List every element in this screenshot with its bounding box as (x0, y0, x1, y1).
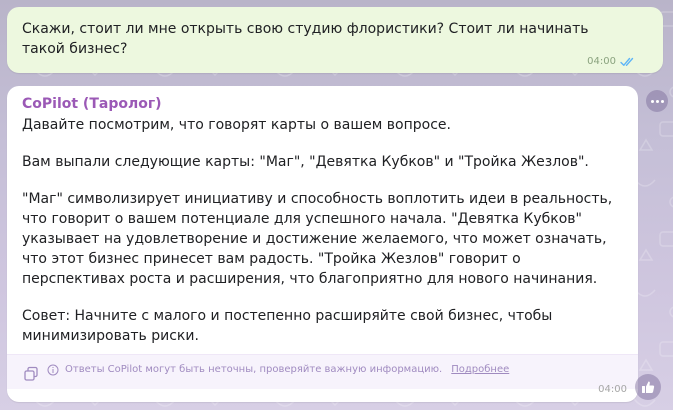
outgoing-message-meta: 04:00 (587, 56, 636, 67)
outgoing-message[interactable]: Скажи, стоит ли мне открыть свою студию … (7, 7, 663, 73)
more-info-link[interactable]: Подробнее (451, 363, 509, 377)
thumbs-up-icon (642, 381, 655, 393)
like-button[interactable] (635, 374, 661, 400)
incoming-message-time: 04:00 (598, 384, 627, 395)
message-paragraph: Совет: Начните с малого и постепенно рас… (22, 308, 553, 344)
message-paragraph: Давайте посмотрим, что говорят карты о в… (22, 117, 451, 133)
message-paragraph: "Маг" символизирует инициативу и способн… (22, 191, 613, 287)
ai-disclaimer-bar: Ответы CoPilot могут быть неточны, прове… (7, 354, 638, 389)
disclaimer: Ответы CoPilot могут быть неточны, прове… (47, 363, 509, 377)
double-check-icon (620, 57, 634, 66)
info-icon (47, 364, 59, 376)
more-horizontal-icon (650, 99, 664, 103)
incoming-message[interactable]: CoPilot (Таролог) Давайте посмотрим, что… (7, 86, 638, 402)
outgoing-message-text: Скажи, стоит ли мне открыть свою студию … (22, 21, 589, 57)
disclaimer-text: Ответы CoPilot могут быть неточны, прове… (65, 364, 443, 375)
sender-name[interactable]: CoPilot (Таролог) (22, 94, 623, 114)
copy-icon[interactable] (23, 366, 39, 382)
message-body: Давайте посмотрим, что говорят карты о в… (22, 115, 623, 346)
message-paragraph: Вам выпали следующие карты: "Маг", "Девя… (22, 154, 589, 170)
outgoing-message-time: 04:00 (587, 56, 616, 67)
message-options-button[interactable] (646, 90, 668, 112)
